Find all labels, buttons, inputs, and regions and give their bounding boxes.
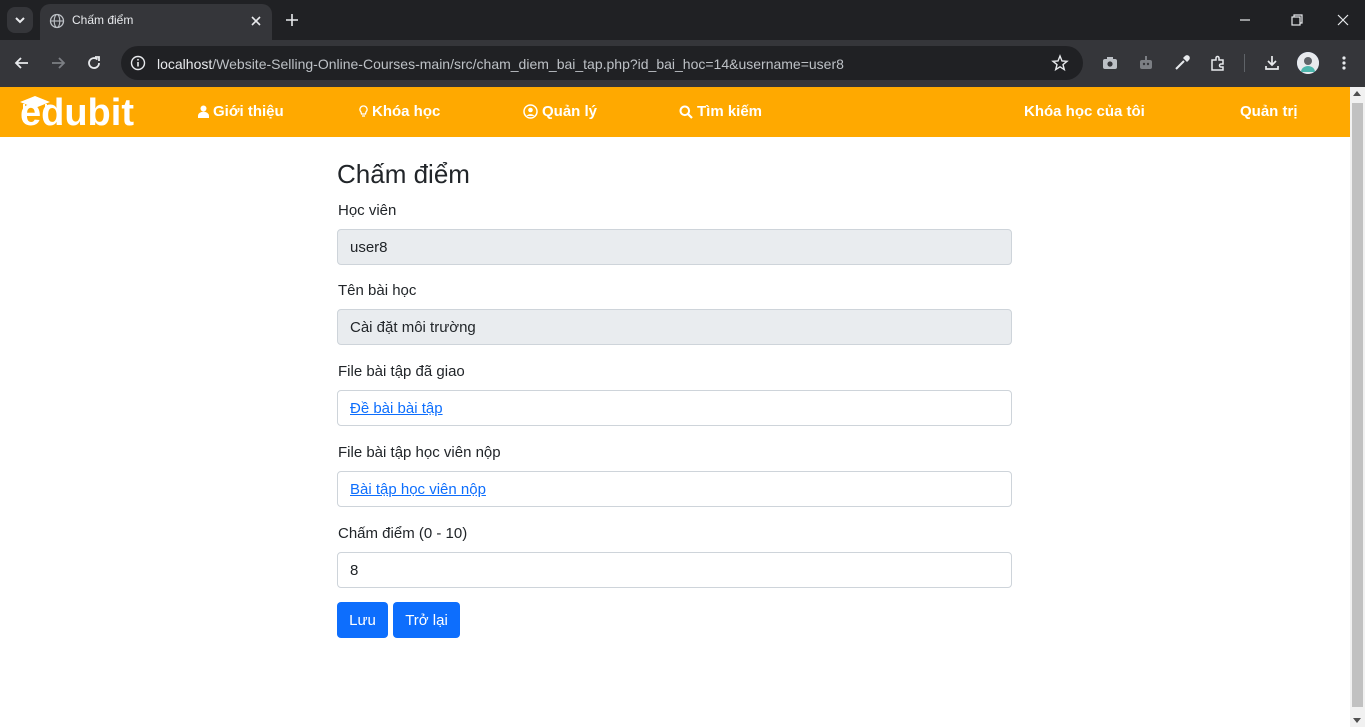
edubit-logo[interactable]: edubit [18,93,148,131]
lightbulb-icon [359,105,368,117]
nav-item-khoa-hoc-cua-toi[interactable]: Khóa học của tôi [1024,103,1145,120]
nav-item-quan-tri[interactable]: Quản trị [1240,103,1298,120]
score-input[interactable] [350,561,999,579]
profile-icon [1297,52,1319,74]
toolbar-separator [1244,54,1245,72]
submitted-file-label: File bài tập học viên nộp [338,444,501,461]
bookmark-star-icon[interactable] [1051,54,1069,72]
address-bar[interactable]: localhost/Website-Selling-Online-Courses… [121,46,1083,80]
extensions-puzzle-icon[interactable] [1209,54,1227,72]
assigned-file-field: Đề bài bài tập [337,390,1012,426]
reload-icon[interactable] [85,54,103,72]
page-scrollbar[interactable] [1350,87,1365,727]
nav-item-khoa-hoc[interactable]: Khóa học [359,103,440,120]
lesson-value: Cài đặt môi trường [350,318,476,336]
save-button[interactable]: Lưu [337,602,388,638]
forward-arrow-icon[interactable] [49,54,67,72]
window-close-icon[interactable] [1335,12,1351,28]
back-arrow-icon[interactable] [13,54,31,72]
submitted-file-link[interactable]: Bài tập học viên nộp [350,481,486,498]
browser-toolbar: localhost/Website-Selling-Online-Courses… [0,40,1365,87]
nav-item-tim-kiem[interactable]: Tìm kiếm [679,103,762,120]
site-navbar: edubit Giới thiệu Khóa học Quản lý Tìm k… [0,87,1350,137]
more-menu-icon[interactable] [1335,54,1353,72]
search-icon [679,105,693,119]
browser-tabstrip: Chấm điểm [0,0,1365,40]
nav-label: Tìm kiếm [697,103,763,120]
lesson-field: Cài đặt môi trường [337,309,1012,345]
url-host: localhost [157,56,213,72]
nav-label: Quản trị [1240,103,1298,120]
page-title: Chấm điểm [337,159,470,189]
nav-label: Quản lý [542,103,598,120]
extension-robot-icon[interactable] [1137,54,1155,72]
assigned-file-link[interactable]: Đề bài bài tập [350,400,443,417]
tab-title: Chấm điểm [72,13,134,27]
profile-avatar[interactable] [1297,52,1319,74]
assigned-file-label: File bài tập đã giao [338,363,465,380]
score-field[interactable] [337,552,1012,588]
nav-label: Khóa học của tôi [1024,103,1145,120]
tab-search-button[interactable] [7,7,33,33]
chevron-down-icon [15,17,25,24]
minimize-icon[interactable] [1237,12,1253,28]
user-icon [198,105,209,118]
nav-label: Giới thiệu [213,103,284,120]
eyedropper-icon[interactable] [1173,54,1191,72]
browser-tab[interactable]: Chấm điểm [40,4,272,40]
scrollbar-thumb[interactable] [1352,103,1363,707]
globe-icon [49,13,65,29]
nav-label: Khóa học [372,103,441,120]
url-text: localhost/Website-Selling-Online-Courses… [157,56,844,72]
scroll-up-arrow-icon[interactable] [1353,91,1361,96]
student-value: user8 [350,238,388,256]
new-tab-icon[interactable] [283,11,301,29]
url-path: /Website-Selling-Online-Courses-main/src… [212,56,844,72]
close-icon[interactable] [248,13,264,29]
score-label: Chấm điểm (0 - 10) [338,525,468,542]
camera-icon[interactable] [1101,54,1119,72]
scroll-down-arrow-icon[interactable] [1353,718,1361,723]
back-button[interactable]: Trở lại [393,602,460,638]
submitted-file-field: Bài tập học viên nộp [337,471,1012,507]
restore-icon[interactable] [1289,12,1305,28]
user-circle-icon [523,104,538,119]
nav-item-gioi-thieu[interactable]: Giới thiệu [198,103,284,120]
site-info-icon[interactable] [130,55,146,71]
student-label: Học viên [338,202,397,219]
lesson-label: Tên bài học [338,282,417,299]
download-icon[interactable] [1263,54,1281,72]
student-field: user8 [337,229,1012,265]
nav-item-quan-ly[interactable]: Quản lý [523,103,597,120]
